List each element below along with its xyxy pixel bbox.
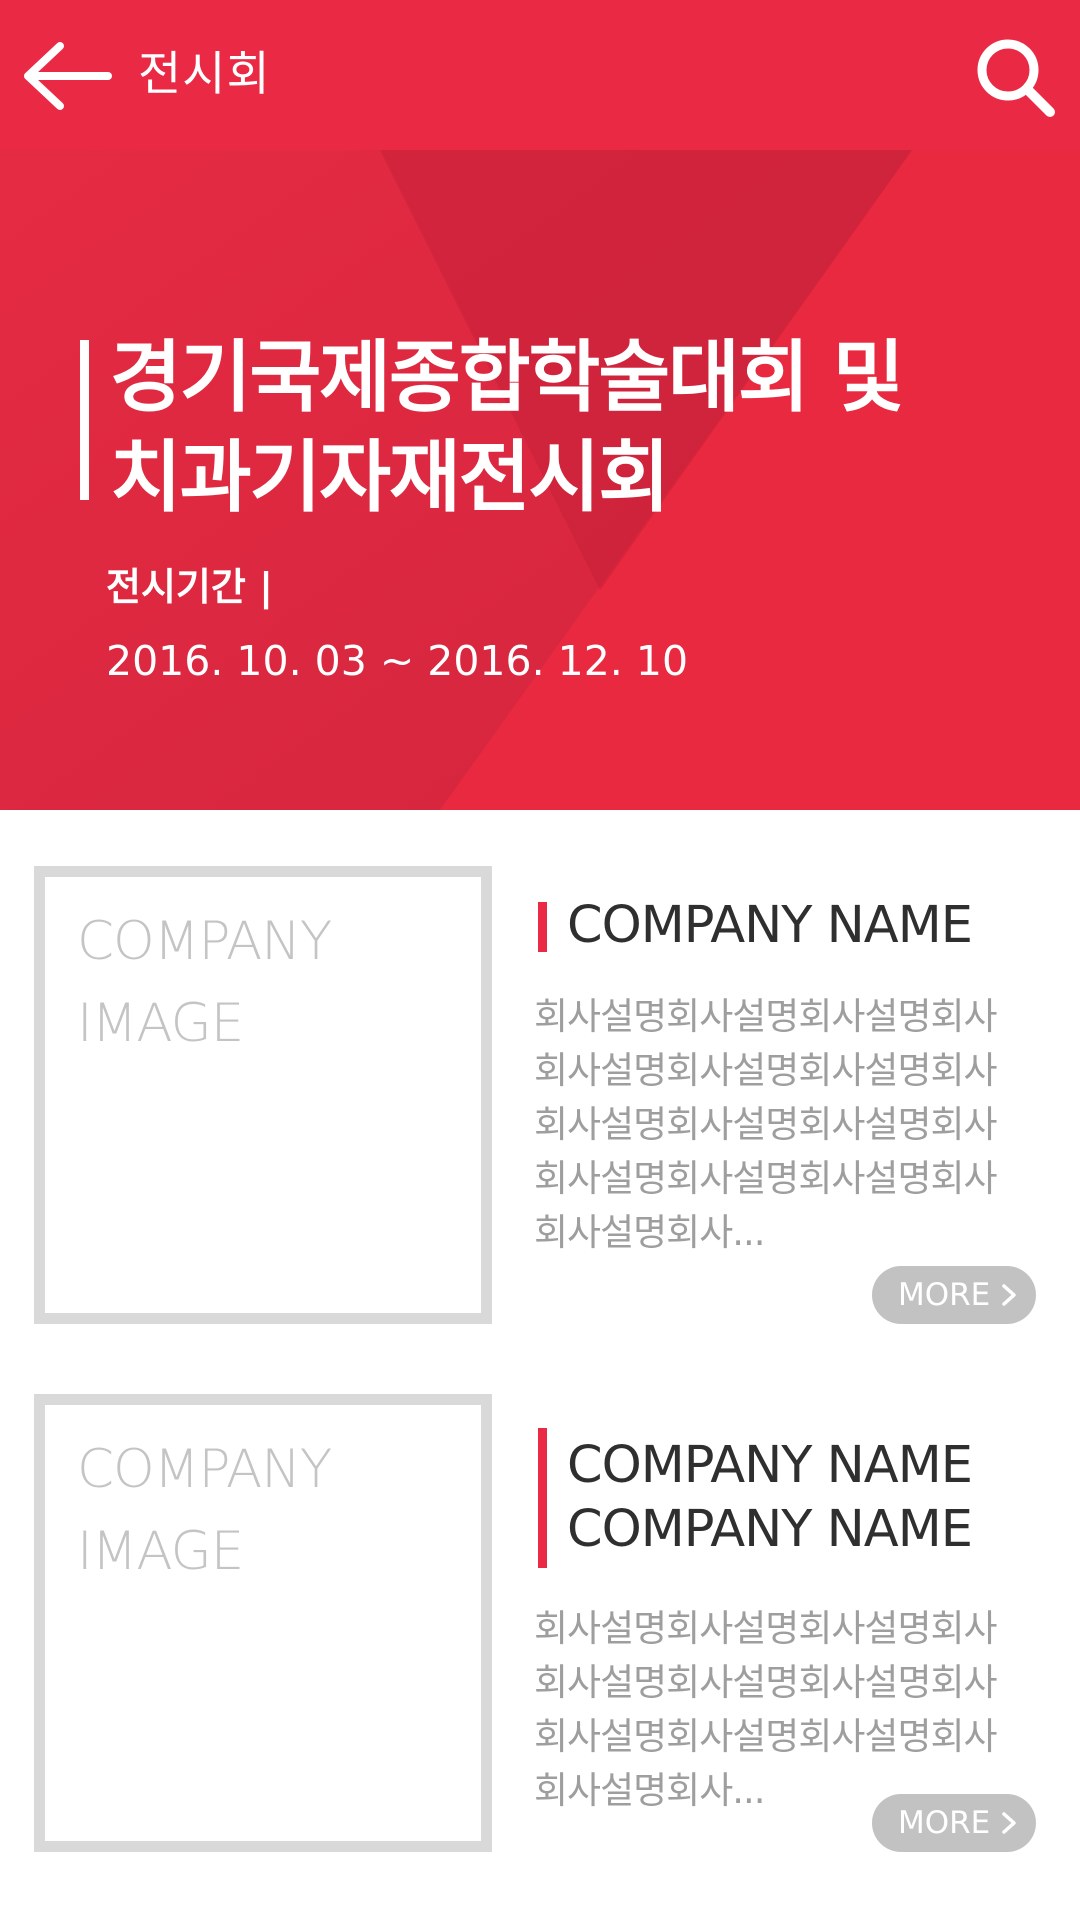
more-button[interactable]: MORE — [872, 1266, 1036, 1324]
search-icon — [977, 39, 1055, 117]
exhibition-banner: 경기국제종합학술대회 및 치과기자재전시회 전시기간 | 2016. 10. 0… — [0, 150, 1080, 810]
company-image-label: COMPANY IMAGE — [77, 911, 332, 1054]
company-name-accent-bar — [538, 1428, 547, 1568]
company-card: COMPANY IMAGE COMPANY NAME COMPANY NAME … — [0, 1394, 1080, 1864]
company-description: 회사설명회사설명회사설명회사 회사설명회사설명회사설명회사 회사설명회사설명회사… — [534, 1607, 998, 1812]
title-accent-bar — [80, 340, 89, 500]
back-button[interactable] — [22, 38, 112, 114]
search-button[interactable] — [972, 34, 1056, 118]
more-button-label: MORE — [898, 1277, 991, 1313]
chevron-right-icon — [1002, 1812, 1016, 1834]
company-description: 회사설명회사설명회사설명회사 회사설명회사설명회사설명회사 회사설명회사설명회사… — [534, 995, 998, 1254]
company-image-placeholder[interactable]: COMPANY IMAGE — [34, 866, 492, 1324]
more-button[interactable]: MORE — [872, 1794, 1036, 1852]
more-button-label: MORE — [898, 1805, 991, 1841]
company-image-label: COMPANY IMAGE — [77, 1439, 332, 1582]
company-card: COMPANY IMAGE COMPANY NAME 회사설명회사설명회사설명회… — [0, 866, 1080, 1336]
company-name[interactable]: COMPANY NAME — [567, 894, 973, 958]
company-name-accent-bar — [538, 902, 547, 952]
exhibition-period-label: 전시기간 | — [106, 565, 273, 609]
chevron-right-icon — [1002, 1284, 1016, 1306]
company-image-placeholder[interactable]: COMPANY IMAGE — [34, 1394, 492, 1852]
page-title: 전시회 — [138, 47, 271, 102]
exhibition-title: 경기국제종합학술대회 및 치과기자재전시회 — [110, 328, 1010, 528]
top-app-bar: 전시회 — [0, 0, 1080, 150]
exhibition-title-line-1: 경기국제종합학술대회 및 — [110, 333, 905, 423]
back-arrow-icon — [24, 42, 112, 110]
exhibition-title-line-2: 치과기자재전시회 — [110, 433, 670, 523]
company-name[interactable]: COMPANY NAME COMPANY NAME — [567, 1434, 973, 1562]
exhibition-period-dates: 2016. 10. 03 ~ 2016. 12. 10 — [106, 637, 689, 685]
